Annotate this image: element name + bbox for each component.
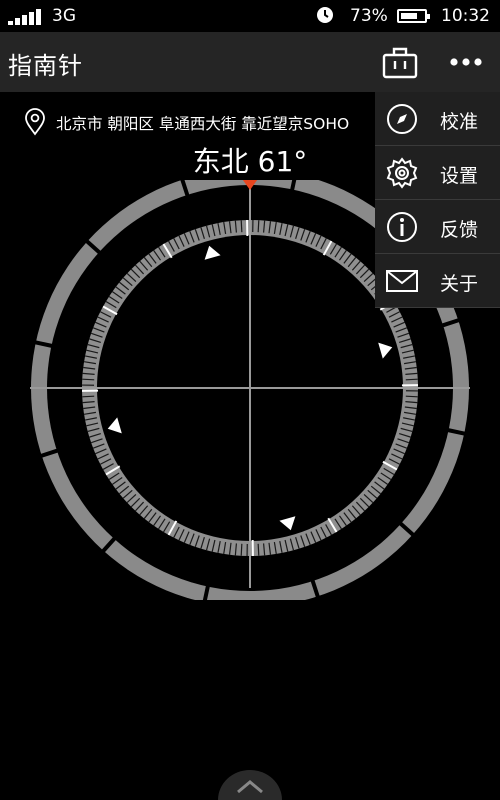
app-bar: 指南针 — [0, 32, 500, 92]
status-time: 10:32 — [441, 6, 490, 26]
compass-tick — [240, 543, 243, 556]
app-title: 指南针 — [8, 52, 83, 80]
settings-gear-icon — [386, 157, 418, 189]
pull-up-handle-icon[interactable] — [218, 770, 282, 800]
menu-item-calibrate[interactable]: 校准 — [375, 92, 500, 146]
menu-item-about[interactable]: 关于 — [375, 254, 500, 308]
compass-tick — [405, 378, 418, 381]
menu-label-settings: 设置 — [440, 165, 479, 187]
menu-label-calibrate: 校准 — [440, 111, 479, 133]
menu-label-about: 关于 — [440, 273, 479, 295]
status-bar: 3G 73% 10:32 — [0, 0, 500, 32]
menu-item-feedback[interactable]: 反馈 — [375, 200, 500, 254]
calibrate-compass-icon — [387, 104, 417, 134]
mail-about-icon — [386, 270, 418, 292]
menu-item-settings[interactable]: 设置 — [375, 146, 500, 200]
more-dots-icon[interactable] — [446, 46, 486, 78]
location-pin-icon — [25, 108, 45, 136]
overflow-menu: 校准 设置 反馈 关于 — [375, 92, 500, 308]
compass-tick — [405, 395, 418, 398]
network-type: 3G — [52, 6, 76, 26]
compass-tick — [82, 378, 95, 381]
signal-icon — [8, 9, 42, 25]
compass-tick — [257, 220, 260, 233]
alarm-icon — [317, 7, 333, 23]
battery-percent: 73% — [350, 6, 388, 26]
share-toolbox-icon[interactable] — [382, 45, 418, 79]
battery-icon — [397, 9, 430, 23]
compass-tick — [257, 543, 260, 556]
compass-tick — [82, 395, 95, 398]
info-feedback-icon — [387, 212, 417, 242]
compass-tick — [240, 220, 243, 233]
menu-label-feedback: 反馈 — [440, 219, 479, 241]
location-address: 北京市 朝阳区 阜通西大街 靠近望京SOHO — [56, 115, 350, 133]
